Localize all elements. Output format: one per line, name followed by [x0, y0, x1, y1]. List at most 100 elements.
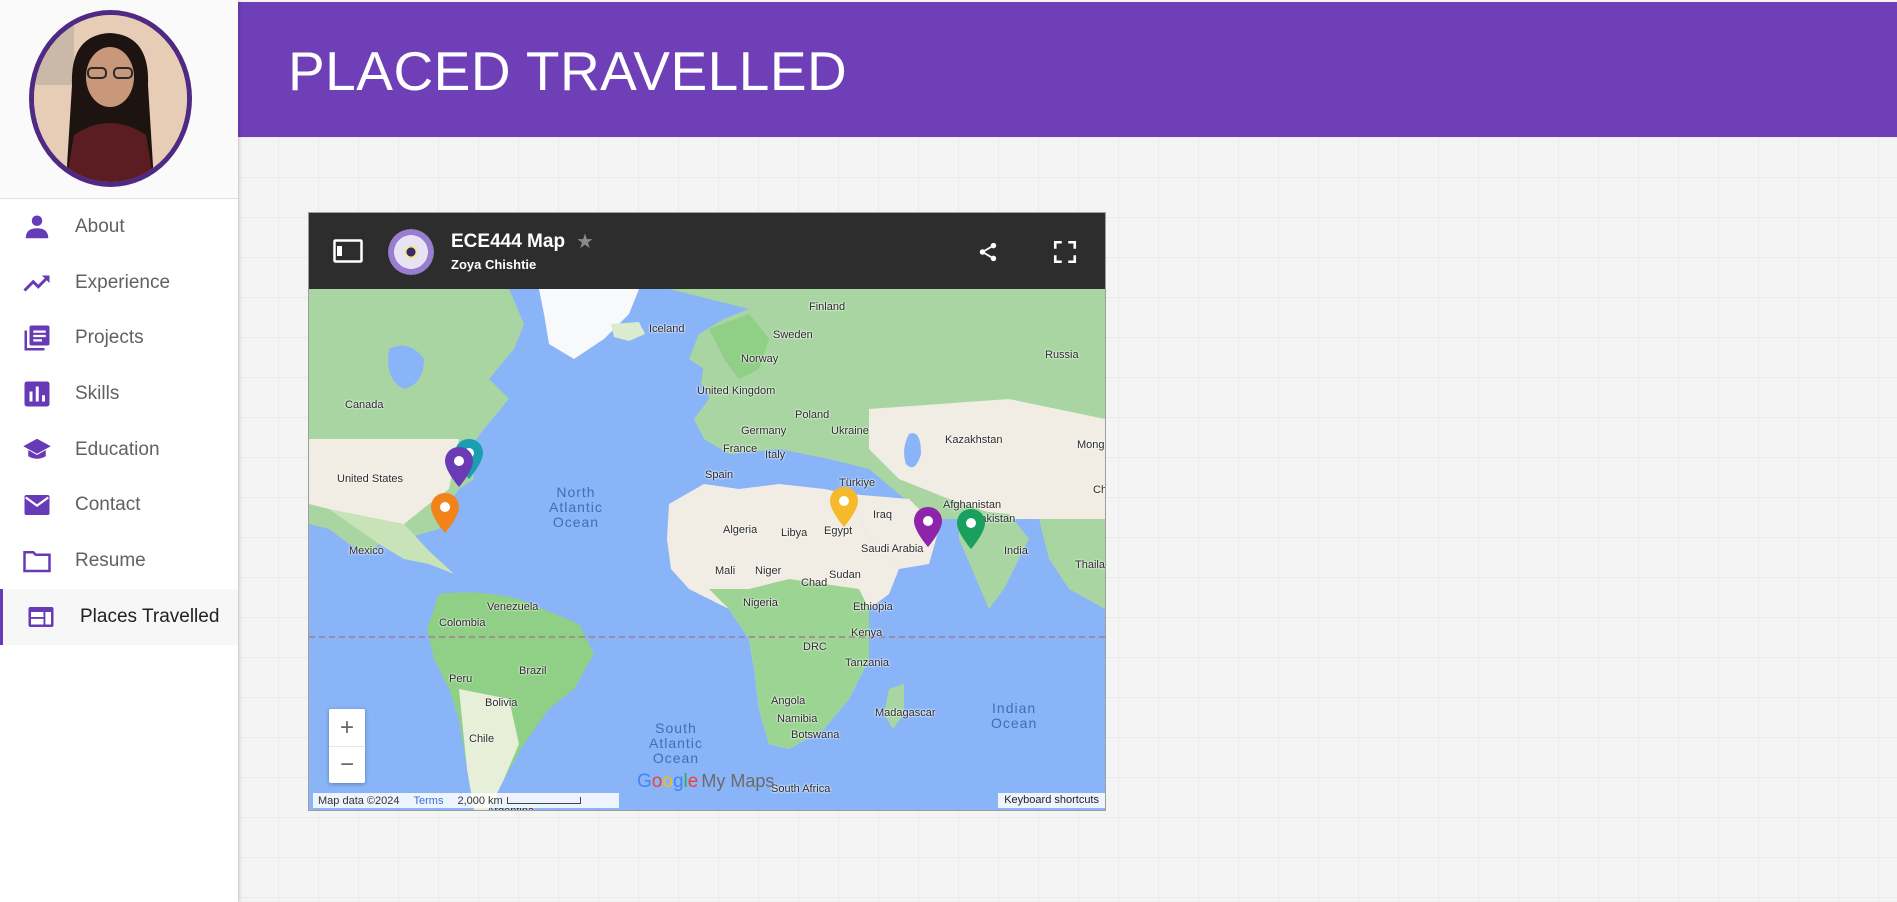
- sidebar-item-label: Places Travelled: [80, 605, 220, 627]
- country-label: Mong: [1077, 439, 1105, 451]
- map-owner-avatar: [388, 229, 434, 275]
- country-label: Bolivia: [485, 697, 518, 709]
- sidebar-item-resume[interactable]: Resume: [0, 533, 238, 589]
- country-label: DRC: [803, 641, 827, 653]
- country-label: Libya: [781, 527, 808, 539]
- country-label: Mexico: [349, 545, 384, 557]
- scale-label[interactable]: 2,000 km: [457, 795, 502, 807]
- scale-bar: [506, 797, 581, 804]
- country-label: Peru: [449, 673, 473, 685]
- sidebar-nav: About Experience Projects Skills Educati…: [0, 199, 238, 645]
- country-label: Botswana: [791, 729, 840, 741]
- country-label: Italy: [765, 449, 786, 461]
- country-label: Norway: [741, 353, 779, 365]
- map-author: Zoya Chishtie: [451, 257, 537, 272]
- sidebar-item-places-travelled[interactable]: Places Travelled: [0, 588, 238, 645]
- country-label: Namibia: [777, 713, 818, 725]
- country-label: Tanzania: [845, 657, 890, 669]
- map-data-credit: Map data ©2024: [318, 794, 400, 807]
- person-icon: [20, 213, 56, 241]
- library-books-icon: [20, 324, 56, 352]
- sidebar-item-contact[interactable]: Contact: [0, 477, 238, 533]
- sidebar-item-label: Resume: [75, 549, 146, 571]
- country-label: Germany: [741, 425, 787, 437]
- country-label: Thailar: [1075, 559, 1106, 571]
- marker-florida[interactable]: [431, 493, 459, 533]
- country-label: Angola: [771, 695, 806, 707]
- sidebar-item-label: Experience: [75, 271, 171, 293]
- marker-uae[interactable]: [914, 507, 942, 547]
- country-label: Brazil: [519, 665, 547, 677]
- zoom-control: + −: [329, 709, 365, 783]
- legend-toggle-icon[interactable]: [333, 239, 363, 263]
- country-label: Algeria: [723, 524, 758, 536]
- country-label: India: [1004, 545, 1028, 557]
- marker-pakistan[interactable]: [957, 509, 985, 549]
- country-label: Spain: [705, 469, 734, 481]
- sidebar-item-experience[interactable]: Experience: [0, 255, 238, 311]
- country-label: France: [723, 443, 758, 455]
- avatar: [29, 10, 192, 187]
- country-label: Kenya: [851, 627, 883, 639]
- country-label: Iceland: [649, 323, 685, 335]
- country-label: Ukraine: [831, 425, 869, 437]
- country-label: Canada: [345, 399, 384, 411]
- country-label: Poland: [795, 409, 830, 421]
- country-label: Venezuela: [487, 601, 539, 613]
- school-icon: [20, 436, 56, 464]
- country-label: Colombia: [439, 617, 486, 629]
- sidebar-item-skills[interactable]: Skills: [0, 366, 238, 422]
- country-label: Chad: [801, 577, 828, 589]
- country-label: South Africa: [771, 783, 831, 795]
- trending-up-icon: [20, 269, 56, 297]
- map-embed[interactable]: ECE444 Map ★ Zoya Chishtie Finland Icela…: [308, 212, 1106, 811]
- sidebar-item-label: About: [75, 215, 125, 237]
- country-label: Kazakhstan: [945, 434, 1003, 446]
- sidebar-item-label: Skills: [75, 382, 120, 404]
- country-label: United Kingdom: [697, 385, 776, 397]
- terms-link[interactable]: Terms: [414, 795, 444, 807]
- country-label: Nigeria: [743, 597, 778, 609]
- map-canvas[interactable]: Finland Iceland Sweden Norway Russia Canada Un…: [309, 289, 1105, 810]
- page-header: PLACED TRAVELLED: [238, 2, 1897, 137]
- star-icon[interactable]: ★: [576, 229, 594, 254]
- country-label: Iraq: [873, 509, 892, 521]
- google-my-maps-logo: Google My Maps: [637, 771, 775, 792]
- ocean-label-south-atlantic: South Atlantic Ocean: [649, 720, 703, 766]
- world-map: [309, 289, 1105, 810]
- marker-egypt[interactable]: [830, 487, 858, 527]
- sidebar: About Experience Projects Skills Educati…: [0, 0, 238, 902]
- share-icon[interactable]: [977, 241, 999, 263]
- page-title: PLACED TRAVELLED: [288, 40, 848, 102]
- zoom-out-button[interactable]: −: [329, 746, 365, 783]
- country-label: Russia: [1045, 349, 1079, 361]
- map-attribution: Map data ©2024 Terms 2,000 km: [313, 793, 619, 808]
- mail-icon: [20, 491, 56, 519]
- bar-chart-icon: [20, 380, 56, 408]
- country-label: Ethiopia: [853, 601, 893, 613]
- profile-area: [0, 0, 238, 199]
- map-header: ECE444 Map ★ Zoya Chishtie: [309, 213, 1105, 289]
- country-label: United States: [337, 473, 404, 485]
- country-label: Niger: [755, 565, 782, 577]
- folder-icon: [20, 547, 56, 575]
- country-label: Sudan: [829, 569, 861, 581]
- fullscreen-icon[interactable]: [1052, 239, 1078, 265]
- sidebar-item-projects[interactable]: Projects: [0, 310, 238, 366]
- sidebar-item-education[interactable]: Education: [0, 422, 238, 478]
- map-title: ECE444 Map: [451, 231, 566, 252]
- country-label: Chile: [469, 733, 495, 745]
- country-label: Sweden: [773, 329, 813, 341]
- keyboard-shortcuts-link[interactable]: Keyboard shortcuts: [998, 793, 1105, 808]
- ocean-label-indian: Indian Ocean: [991, 700, 1038, 731]
- zoom-in-button[interactable]: +: [329, 709, 365, 746]
- web-icon: [24, 603, 60, 631]
- country-label: Chi: [1093, 484, 1105, 496]
- sidebar-item-label: Contact: [75, 494, 141, 516]
- country-label: Finland: [809, 301, 846, 313]
- ocean-label-north-atlantic: North Atlantic Ocean: [549, 484, 603, 530]
- marker-new-york[interactable]: [445, 447, 473, 487]
- country-label: Mali: [715, 565, 736, 577]
- sidebar-item-about[interactable]: About: [0, 199, 238, 255]
- country-label: Madagascar: [875, 707, 936, 719]
